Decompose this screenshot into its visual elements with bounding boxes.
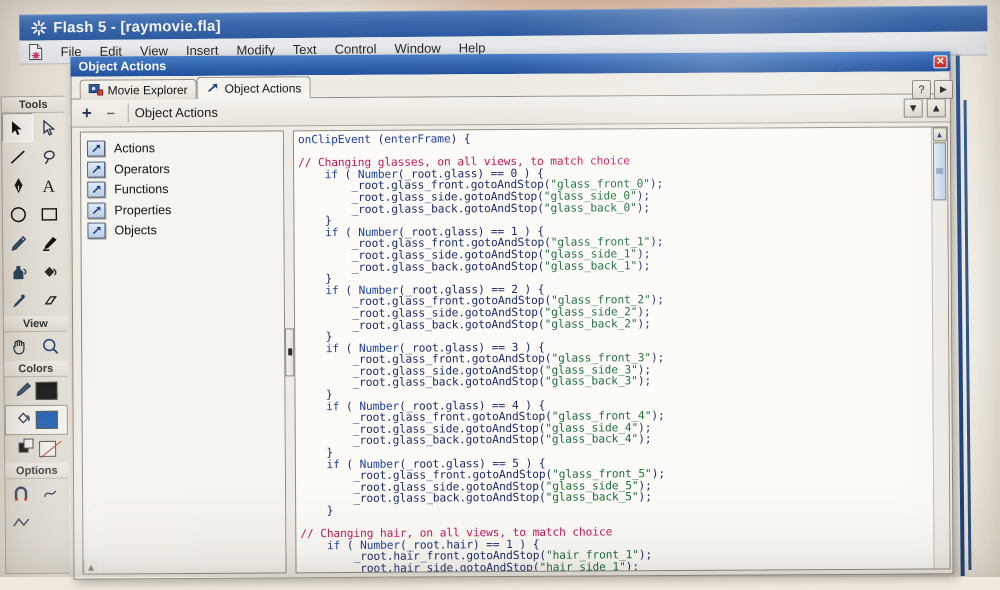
script-source[interactable]: onClipEvent (enterFrame) { // Changing g… xyxy=(294,127,934,572)
add-remove-group: + – xyxy=(76,103,122,123)
fill-color-row xyxy=(4,404,68,436)
move-down-button[interactable]: ▼ xyxy=(903,98,923,118)
arrow-tool-icon[interactable] xyxy=(1,113,34,143)
default-colors-icon[interactable] xyxy=(17,438,34,460)
tree-item-properties[interactable]: Properties xyxy=(87,199,283,221)
panel-main: Actions Operators Functions Properties O… xyxy=(72,122,953,578)
eraser-tool-icon[interactable] xyxy=(35,287,66,316)
tools-section-label-options: Options xyxy=(5,462,69,480)
zoom-tool-icon[interactable] xyxy=(35,332,66,361)
tree-item-label: Operators xyxy=(114,161,170,177)
tree-item-label: Actions xyxy=(113,141,156,156)
fill-color-swatch[interactable] xyxy=(35,410,58,430)
tree-item-label: Properties xyxy=(114,202,172,218)
hand-tool-icon[interactable] xyxy=(4,332,35,361)
line-tool-icon[interactable] xyxy=(2,142,33,171)
actions-toolbox-tree: Actions Operators Functions Properties O… xyxy=(79,130,287,575)
pen-tool-icon[interactable] xyxy=(2,171,33,200)
panel-menu-button[interactable]: ▶ xyxy=(933,79,954,99)
tree-item-label: Functions xyxy=(114,182,169,197)
eyedropper-tool-icon[interactable] xyxy=(4,287,35,316)
tree-item-operators[interactable]: Operators xyxy=(87,158,283,180)
view-tools-grid xyxy=(4,332,67,362)
script-editor: onClipEvent (enterFrame) { // Changing g… xyxy=(292,126,951,574)
actions-arrow-icon xyxy=(86,140,106,157)
actions-arrow-icon xyxy=(87,202,106,219)
straighten-icon[interactable] xyxy=(6,508,37,537)
move-up-button[interactable]: ▲ xyxy=(926,98,946,118)
toolbar-divider xyxy=(127,103,129,123)
panel-help-group: ? ▶ xyxy=(911,79,954,100)
pencil-tool-icon[interactable] xyxy=(3,229,34,258)
no-color-icon[interactable] xyxy=(38,440,56,457)
rectangle-tool-icon[interactable] xyxy=(34,200,65,229)
toolbar-right-group: ▼ ▲ xyxy=(903,98,950,118)
close-icon[interactable]: ✕ xyxy=(933,54,948,68)
tools-palette: Tools A View Colors Options xyxy=(0,95,70,575)
actions-arrow-icon xyxy=(87,222,106,239)
actions-toolbox-list: Actions Operators Functions Properties O… xyxy=(81,131,286,560)
document-icon xyxy=(28,43,45,61)
application-title: Flash 5 - [raymovie.fla] xyxy=(53,17,221,36)
object-actions-panel: Object Actions ✕ Movie Explorer Object A… xyxy=(70,51,954,580)
tab-movie-explorer[interactable]: Movie Explorer xyxy=(79,78,197,100)
brush-tool-icon[interactable] xyxy=(34,229,65,258)
tab-object-actions-label: Object Actions xyxy=(224,80,302,96)
color-modifiers-row xyxy=(5,435,68,464)
smooth-icon[interactable] xyxy=(36,479,67,508)
script-text-area[interactable]: onClipEvent (enterFrame) { // Changing g… xyxy=(294,127,934,572)
remove-action-button[interactable]: – xyxy=(100,103,122,123)
chevron-up-icon[interactable]: ▲ xyxy=(932,127,947,142)
tab-object-actions[interactable]: Object Actions xyxy=(196,76,311,99)
actions-arrow-icon xyxy=(206,82,221,95)
actions-arrow-icon xyxy=(87,161,106,178)
tree-item-objects[interactable]: Objects xyxy=(87,219,283,241)
oval-tool-icon[interactable] xyxy=(3,200,34,229)
options-grid xyxy=(5,479,69,538)
paint-bucket-tool-icon[interactable] xyxy=(34,258,65,287)
object-actions-body: Movie Explorer Object Actions + – Object… xyxy=(70,71,954,580)
scrollbar-thumb[interactable] xyxy=(932,142,947,201)
flash-asterisk-icon xyxy=(31,19,47,35)
tree-item-functions[interactable]: Functions xyxy=(87,178,283,200)
panel-toolbar-title: Object Actions xyxy=(134,104,218,121)
tree-item-actions[interactable]: Actions xyxy=(86,137,283,159)
tools-grid: A xyxy=(1,113,67,317)
magnet-snap-icon[interactable] xyxy=(5,479,36,508)
tab-movie-explorer-label: Movie Explorer xyxy=(107,82,188,97)
colors-section xyxy=(4,377,68,464)
script-vertical-scrollbar[interactable]: ▲ xyxy=(930,127,950,569)
lasso-tool-icon[interactable] xyxy=(33,142,64,171)
help-button[interactable]: ? xyxy=(911,80,932,100)
pencil-stroke-icon xyxy=(15,382,31,401)
actions-arrow-icon xyxy=(87,181,106,198)
tools-section-label-colors: Colors xyxy=(4,360,68,378)
toolbox-scrollbar[interactable]: ▲ xyxy=(83,560,98,574)
splitter-grip[interactable] xyxy=(285,327,295,376)
add-action-button[interactable]: + xyxy=(76,103,98,123)
chevron-up-icon[interactable]: ▲ xyxy=(86,563,96,574)
tools-section-label-tools: Tools xyxy=(1,96,65,114)
svg-text:A: A xyxy=(42,177,55,194)
tree-item-label: Objects xyxy=(114,223,157,238)
subselect-tool-icon[interactable] xyxy=(33,113,64,142)
stroke-color-row xyxy=(4,377,67,406)
movie-explorer-icon xyxy=(88,83,104,96)
stroke-color-swatch[interactable] xyxy=(34,381,58,401)
text-tool-icon[interactable]: A xyxy=(33,171,64,200)
object-actions-title: Object Actions xyxy=(78,59,167,74)
tools-section-label-view: View xyxy=(3,315,67,333)
ink-bottle-tool-icon[interactable] xyxy=(3,258,34,287)
paint-bucket-fill-icon xyxy=(15,410,31,430)
